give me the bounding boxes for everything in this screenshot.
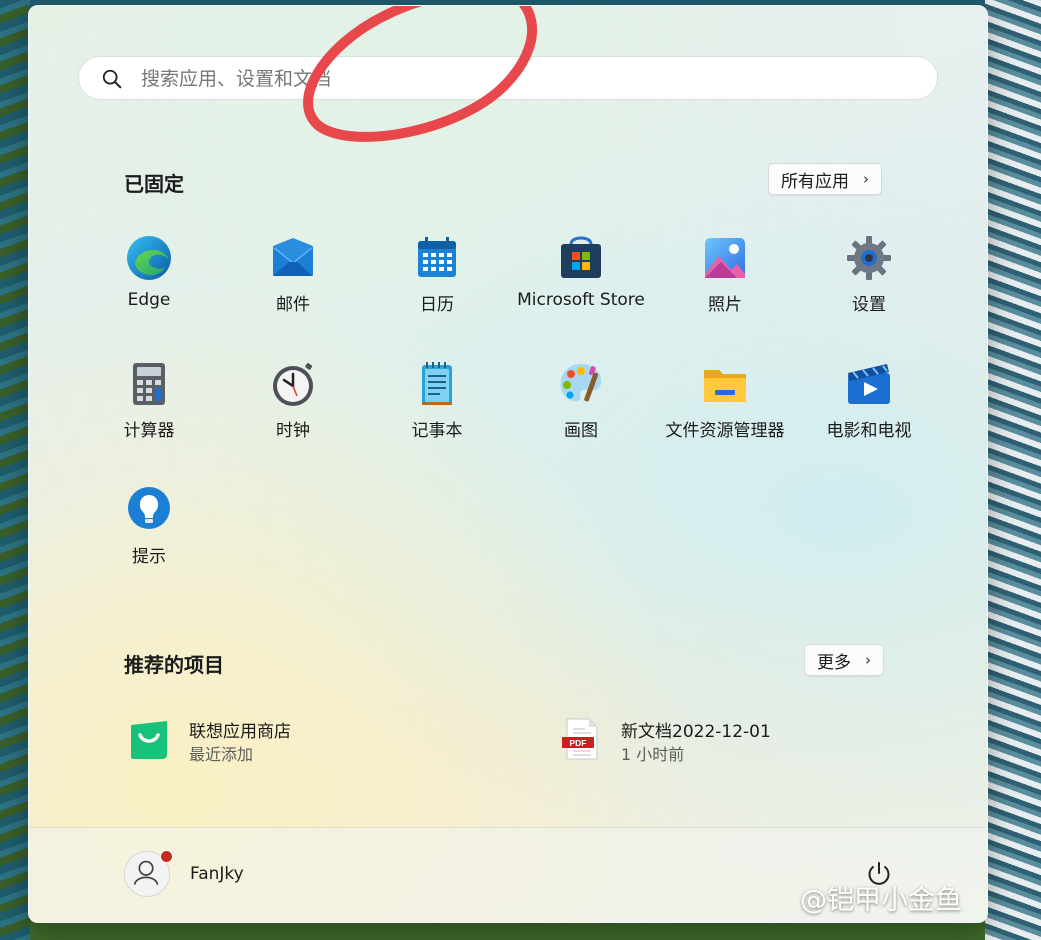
user-name[interactable]: FanJky	[190, 864, 244, 884]
chevron-right-icon: ›	[865, 651, 871, 669]
pinned-app-mail[interactable]: 邮件	[218, 234, 368, 344]
chevron-right-icon: ›	[863, 170, 869, 188]
paint-palette-icon	[560, 364, 602, 402]
pinned-app-movies-tv[interactable]: 电影和电视	[794, 360, 944, 470]
folder-icon	[704, 370, 746, 402]
pinned-app-photos[interactable]: 照片	[650, 234, 800, 344]
photos-icon	[705, 238, 745, 278]
lenovo-app-store-icon	[131, 721, 167, 759]
recommended-item-name: 联想应用商店	[189, 722, 291, 742]
all-apps-button[interactable]: 所有应用 ›	[768, 163, 882, 195]
app-label: 设置	[852, 295, 886, 315]
pinned-app-edge[interactable]: Edge	[74, 234, 224, 344]
app-label: 提示	[132, 547, 166, 567]
pinned-section-title: 已固定	[124, 172, 184, 196]
edge-icon	[127, 236, 171, 280]
pdf-file-icon: PDF	[562, 718, 598, 760]
search-box[interactable]	[78, 56, 938, 101]
recommended-item-pdf-document[interactable]: PDF 新文档2022-12-01 1 小时前	[559, 717, 859, 773]
desktop-wallpaper-right	[985, 0, 1041, 940]
calculator-icon	[133, 363, 165, 405]
recommended-item-subtitle: 最近添加	[189, 745, 254, 764]
start-menu: 已固定 所有应用 › Edge 邮件	[28, 5, 988, 923]
watermark-text: @铠甲小金鱼	[800, 885, 962, 916]
app-label: 电影和电视	[826, 421, 912, 441]
pinned-app-microsoft-store[interactable]: Microsoft Store	[506, 234, 656, 344]
pinned-app-calculator[interactable]: 计算器	[74, 360, 224, 470]
all-apps-label: 所有应用	[781, 171, 849, 192]
pinned-app-file-explorer[interactable]: 文件资源管理器	[650, 360, 800, 470]
movies-tv-icon	[848, 364, 890, 404]
search-input[interactable]	[139, 57, 917, 101]
pinned-app-paint[interactable]: 画图	[506, 360, 656, 470]
recommended-item-subtitle: 1 小时前	[621, 745, 685, 764]
recommended-section-title: 推荐的项目	[124, 653, 224, 677]
store-icon	[561, 236, 601, 278]
search-icon	[102, 69, 122, 89]
pinned-app-tips[interactable]: 提示	[74, 486, 224, 596]
more-button[interactable]: 更多 ›	[804, 644, 884, 676]
svg-text:PDF: PDF	[570, 738, 587, 748]
pinned-app-clock[interactable]: 时钟	[218, 360, 368, 470]
notification-badge	[160, 850, 173, 863]
mail-icon	[273, 238, 313, 276]
pinned-app-settings[interactable]: 设置	[794, 234, 944, 344]
pinned-app-notepad[interactable]: 记事本	[362, 360, 512, 470]
tips-lightbulb-icon	[128, 487, 170, 529]
recommended-item-lenovo-store[interactable]: 联想应用商店 最近添加	[127, 717, 407, 773]
clock-icon	[273, 363, 313, 406]
desktop-wallpaper-left	[0, 0, 30, 940]
recommended-item-name: 新文档2022-12-01	[621, 722, 771, 742]
pinned-app-calendar[interactable]: 日历	[362, 234, 512, 344]
settings-gear-icon	[847, 236, 891, 280]
more-label: 更多	[817, 652, 851, 673]
notepad-icon	[422, 362, 452, 405]
calendar-icon	[418, 237, 456, 277]
